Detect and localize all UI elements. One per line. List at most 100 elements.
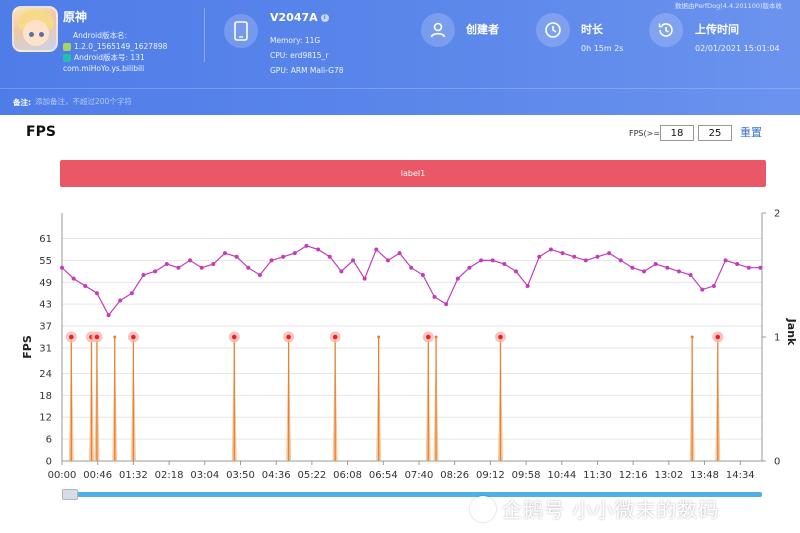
fps-point	[642, 269, 647, 274]
x-tick-label: 03:50	[226, 470, 255, 481]
app-version-label: Android版本名:	[73, 31, 128, 40]
fps-point	[711, 283, 716, 288]
x-tick-label: 00:00	[48, 470, 77, 481]
fps-point	[525, 283, 530, 288]
app-version-name: 1.2.0_1565149_1627898	[74, 42, 168, 51]
fps-threshold-high-input[interactable]	[698, 125, 732, 141]
y-tick-label: 6	[46, 435, 52, 446]
watermark-text: 企鹅号 小小微末的数码	[502, 498, 720, 522]
fps-point	[83, 283, 88, 288]
y2-axis-label: Jank	[785, 318, 798, 346]
fps-point	[176, 265, 181, 270]
fps-point	[385, 258, 390, 263]
app-icon	[12, 6, 58, 52]
device-gpu: GPU: ARM Mali-G78	[270, 66, 344, 75]
fps-point	[304, 243, 309, 248]
fps-point	[583, 258, 588, 263]
x-tick-label: 07:40	[405, 470, 434, 481]
fps-point	[746, 265, 751, 270]
x-tick-label: 10:44	[547, 470, 576, 481]
fps-point	[339, 269, 344, 274]
phone-icon	[224, 14, 258, 48]
upload-label: 上传时间	[695, 23, 739, 36]
remark-row: 备注:	[0, 88, 800, 115]
remark-label: 备注:	[13, 98, 31, 107]
fps-point	[688, 273, 693, 277]
fps-point	[199, 265, 204, 270]
fps-point	[409, 265, 414, 270]
fps-point	[71, 276, 76, 281]
x-tick-label: 05:22	[297, 470, 326, 481]
fps-point	[269, 258, 274, 263]
fps-point	[513, 269, 518, 274]
y-tick-label: 49	[39, 278, 52, 289]
info-icon[interactable]: i	[320, 13, 329, 22]
fps-series	[60, 243, 763, 318]
x-tick-label: 00:46	[83, 470, 112, 481]
x-tick-label: 02:18	[155, 470, 184, 481]
label-bar[interactable]: label1	[60, 160, 766, 187]
device-meta: Memory: 11G CPU: erd9815_r GPU: ARM Mali…	[270, 33, 344, 78]
fps-point	[479, 258, 484, 263]
jank-point	[434, 335, 438, 339]
fps-point	[595, 254, 600, 259]
fps-point	[432, 294, 437, 299]
fps-point	[758, 265, 763, 270]
timeline-scroll-handle[interactable]	[62, 489, 78, 500]
app-name: 原神	[63, 10, 88, 24]
x-tick-label: 14:34	[726, 470, 755, 481]
jank-marker	[498, 334, 503, 340]
jank-marker	[332, 334, 338, 340]
fps-point	[106, 313, 111, 318]
x-tick-label: 04:36	[262, 470, 291, 481]
fps-point	[572, 254, 577, 259]
fps-threshold-low-input[interactable]	[660, 125, 694, 141]
jank-point	[377, 335, 381, 339]
x-tick-label: 09:58	[512, 470, 541, 481]
fps-point	[292, 251, 297, 256]
android-icon	[63, 42, 71, 51]
chart-grid	[62, 238, 762, 462]
jank-series	[65, 331, 724, 461]
x-tick-label: 11:30	[583, 470, 612, 481]
fps-point	[502, 262, 507, 267]
fps-point	[630, 265, 635, 270]
jank-marker	[286, 334, 291, 340]
fps-point	[141, 273, 146, 277]
watermark: 企鹅号 小小微末的数码	[470, 494, 719, 523]
fps-point	[735, 262, 740, 267]
app-meta: Android版本名: 1.2.0_1565149_1627898 Androi…	[63, 30, 167, 74]
penguin-logo-icon	[470, 495, 496, 522]
device-name-row: V2047A i	[270, 11, 329, 24]
creator-label: 创建者	[466, 23, 499, 36]
duration-value: 0h 15m 2s	[581, 44, 624, 53]
fps-point	[700, 287, 705, 292]
y-tick-label: 61	[39, 234, 52, 245]
fps-point	[723, 258, 728, 263]
jank-point	[690, 335, 694, 339]
history-icon	[649, 13, 683, 47]
fps-point	[455, 276, 460, 281]
fps-point	[665, 265, 670, 270]
x-tick-label: 12:16	[619, 470, 648, 481]
jank-marker	[231, 334, 237, 340]
x-tick-label: 06:54	[369, 470, 398, 481]
y2-tick-label: 2	[774, 209, 780, 220]
fps-chart[interactable]: 0612182431374349556101200:00 00:46 01:32 02…	[0, 195, 800, 495]
device-name: V2047A	[270, 11, 318, 24]
fps-point	[234, 254, 239, 259]
fps-point	[397, 251, 402, 256]
y2-tick-label: 1	[774, 333, 780, 344]
x-tick-label: 01:32	[119, 470, 148, 481]
fps-point	[351, 258, 356, 263]
fps-point	[246, 265, 251, 270]
fps-point	[316, 247, 321, 252]
jank-marker	[131, 334, 136, 340]
jank-marker	[715, 334, 721, 340]
fps-point	[153, 269, 158, 274]
fps-point	[188, 258, 193, 263]
remark-input[interactable]	[35, 95, 335, 108]
fps-point	[420, 273, 425, 277]
fps-point	[281, 254, 286, 259]
reset-button[interactable]: 重置	[740, 124, 762, 140]
